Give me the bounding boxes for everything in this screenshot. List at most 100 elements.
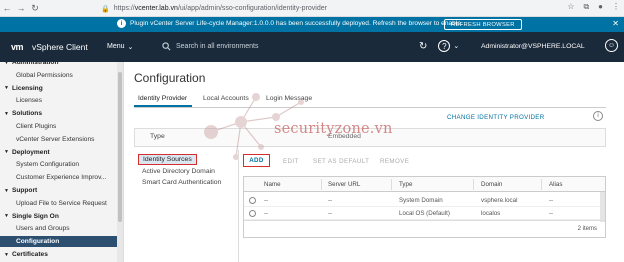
sidebar-section-certificates[interactable]: ▼ Certificates: [0, 249, 118, 260]
sidebar-section-support[interactable]: ▼ Support: [0, 185, 118, 196]
column-name[interactable]: Name: [264, 181, 281, 188]
sidebar-section-administration[interactable]: ▼ Administration: [0, 62, 118, 68]
set-default-button[interactable]: SET AS DEFAULT: [313, 158, 369, 165]
reload-icon[interactable]: ↻: [28, 1, 42, 15]
sidebar-item-vcenter-server-extensions[interactable]: vCenter Server Extensions: [0, 134, 118, 145]
row-radio[interactable]: [249, 210, 256, 217]
vm-logo: vm: [11, 42, 24, 52]
source-identity-sources[interactable]: Identity Sources: [138, 154, 197, 165]
change-identity-provider-link[interactable]: CHANGE IDENTITY PROVIDER: [447, 114, 545, 121]
url-host: vcenter.lab.vn: [134, 5, 178, 12]
source-active-directory-domain[interactable]: Active Directory Domain: [142, 168, 215, 175]
search-placeholder: Search in all environments: [176, 43, 259, 50]
info-icon[interactable]: i: [593, 111, 603, 121]
item-count: 2 items: [577, 226, 597, 232]
menu-label: Menu: [107, 43, 125, 50]
caret-down-icon: ▼: [4, 85, 9, 92]
menu-button[interactable]: Menu ⌄: [107, 43, 133, 51]
star-icon[interactable]: ☆: [567, 2, 574, 12]
forward-icon[interactable]: →: [14, 1, 28, 15]
sidebar-scrollbar[interactable]: [117, 62, 123, 262]
extensions-icon[interactable]: ⧉: [583, 2, 589, 12]
sidebar-item-label: Client Plugins: [16, 123, 57, 130]
browser-toolbar: ← → ↻ 🔒 https://vcenter.lab.vn/ui/app/ad…: [0, 0, 624, 17]
cell-name: --: [264, 210, 269, 217]
info-icon: i: [117, 19, 126, 28]
sidebar-item-users-and-groups[interactable]: Users and Groups: [0, 223, 118, 234]
close-icon[interactable]: ✕: [612, 19, 619, 28]
sidebar-item-label: Deployment: [11, 148, 50, 156]
lock-icon: 🔒: [101, 5, 110, 13]
sidebar-section-solutions[interactable]: ▼ Solutions: [0, 108, 118, 119]
url-path: /ui/app/admin/sso-configuration/identity…: [177, 5, 327, 12]
table-footer: 2 items: [244, 220, 605, 237]
sidebar-item-label: Single Sign On: [11, 212, 59, 220]
help-icon[interactable]: ?: [438, 40, 451, 52]
type-label: Type: [150, 133, 165, 140]
cell-alias: --: [549, 197, 554, 204]
sidebar-item-client-plugins[interactable]: Client Plugins: [0, 121, 118, 132]
row-radio[interactable]: [249, 197, 256, 204]
sidebar-section-deployment[interactable]: ▼ Deployment: [0, 147, 118, 158]
tab-identity-provider[interactable]: Identity Provider: [138, 95, 187, 102]
sidebar-item-configuration[interactable]: Configuration: [0, 236, 118, 248]
column-type[interactable]: Type: [399, 181, 412, 188]
identity-sources-table: Name Server URL Type Domain Alias -- -- …: [243, 176, 606, 238]
cell-server-url: --: [328, 197, 333, 204]
sidebar: ▼ Administration Global Permissions ▼ Licens…: [0, 62, 124, 262]
remove-button[interactable]: REMOVE: [380, 158, 409, 165]
refresh-icon[interactable]: ↻: [419, 41, 427, 52]
caret-down-icon: ▼: [4, 62, 9, 66]
plugin-banner: i Plugin vCenter Server Life-cycle Manag…: [0, 17, 624, 32]
column-domain[interactable]: Domain: [481, 181, 502, 188]
page-title: Configuration: [134, 71, 206, 85]
sidebar-item-licenses[interactable]: Licenses: [0, 95, 118, 106]
sidebar-item-global-permissions[interactable]: Global Permissions: [0, 70, 118, 81]
sidebar-section-single-sign-on[interactable]: ▼ Single Sign On: [0, 211, 118, 222]
add-button[interactable]: ADD: [243, 154, 270, 167]
global-search[interactable]: Search in all environments: [162, 42, 259, 51]
sidebar-item-label: vCenter Server Extensions: [16, 135, 95, 143]
table-scrollbar[interactable]: [600, 192, 605, 222]
sidebar-item-label: System Configuration: [16, 161, 80, 169]
cell-name: --: [264, 197, 269, 204]
table-row[interactable]: -- -- Local OS (Default) localos --: [244, 208, 605, 220]
sidebar-item-label: Licenses: [16, 97, 43, 105]
sidebar-item-upload-file-to-service-request[interactable]: Upload File to Service Request: [0, 198, 118, 209]
sidebar-item-label: Licensing: [11, 84, 43, 92]
address-bar[interactable]: 🔒 https://vcenter.lab.vn/ui/app/admin/ss…: [101, 2, 371, 15]
chevron-down-icon: ⌄: [127, 44, 134, 51]
sidebar-item-label: Administration: [11, 62, 59, 66]
sidebar-item-label: Users and Groups: [16, 225, 70, 233]
watermark-text: securityzone.vn: [274, 121, 393, 137]
back-icon[interactable]: ←: [0, 1, 14, 15]
refresh-browser-button[interactable]: REFRESH BROWSER: [444, 19, 522, 30]
chevron-down-icon[interactable]: ⌄: [453, 42, 459, 50]
source-smart-card-authentication[interactable]: Smart Card Authentication: [142, 179, 221, 186]
profile-icon[interactable]: ●: [598, 2, 603, 12]
edit-button[interactable]: EDIT: [283, 158, 299, 165]
sidebar-item-customer-experience-improv[interactable]: Customer Experience Improv...: [0, 172, 118, 183]
cell-server-url: --: [328, 210, 333, 217]
cell-domain: vsphere.local: [481, 197, 518, 204]
sidebar-item-label: Certificates: [11, 251, 48, 258]
column-server-url[interactable]: Server URL: [328, 181, 360, 188]
sidebar-item-label: Upload File to Service Request: [16, 199, 107, 207]
caret-down-icon: ▼: [4, 187, 9, 194]
sidebar-item-system-configuration[interactable]: System Configuration: [0, 159, 118, 170]
sidebar-section-licensing[interactable]: ▼ Licensing: [0, 83, 118, 94]
url-prefix: https://: [113, 5, 135, 12]
sidebar-item-label: Global Permissions: [16, 71, 73, 79]
cell-domain: localos: [481, 210, 501, 217]
browser-menu-icon[interactable]: ⋮: [612, 2, 620, 12]
user-menu[interactable]: Administrator@VSPHERE.LOCAL: [481, 43, 585, 50]
sidebar-item-label: Support: [11, 187, 38, 194]
banner-message: Plugin vCenter Server Life-cycle Manager…: [130, 20, 463, 27]
feedback-smiley-icon[interactable]: ☺: [605, 39, 618, 52]
table-row[interactable]: -- -- System Domain vsphere.local --: [244, 195, 605, 207]
caret-down-icon: ▼: [4, 251, 9, 258]
app-title[interactable]: vSphere Client: [32, 42, 88, 52]
column-alias[interactable]: Alias: [549, 181, 562, 188]
search-icon: [162, 42, 171, 51]
caret-down-icon: ▼: [4, 149, 9, 156]
